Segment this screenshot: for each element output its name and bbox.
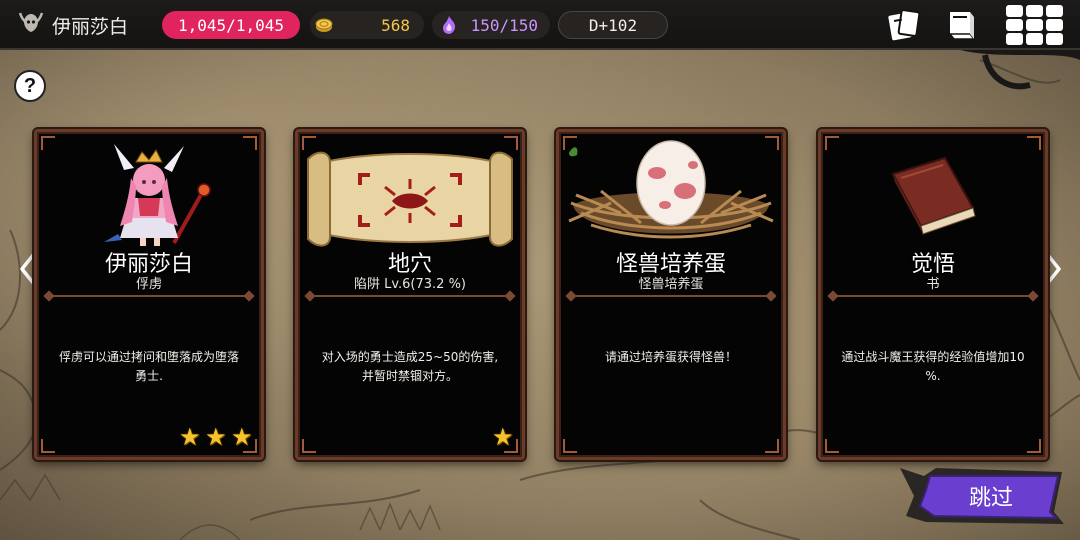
top-status-bar: 伊丽莎白 1,045/1,045 568 150/150 D+102	[0, 0, 1080, 50]
reward-card-awakening[interactable]: 觉悟 书 通过战斗魔王获得的经验值增加10 %.	[818, 129, 1048, 460]
main-menu-button[interactable]	[1004, 5, 1066, 45]
reward-card-monster-egg[interactable]: 怪兽培养蛋 怪兽培养蛋 请通过培养蛋获得怪兽！	[556, 129, 786, 460]
card-rating: ★	[492, 425, 516, 449]
help-button[interactable]: ?	[14, 70, 46, 102]
day-counter: D+102	[558, 11, 668, 39]
card-description: 通过战斗魔王获得的经验值增加10 %.	[841, 350, 1025, 383]
mana-value: 150/150	[470, 15, 538, 35]
player-name: 伊丽莎白	[52, 15, 129, 38]
star-icon: ★	[179, 423, 201, 451]
star-icon: ★	[231, 423, 253, 451]
card-subtitle: 书	[926, 277, 940, 292]
grid-menu-icon	[1006, 5, 1063, 45]
card-rating: ★ ★ ★	[179, 425, 255, 449]
card-subtitle: 陷阱 Lv.6(73.2 %)	[353, 277, 467, 292]
trap-scroll-image	[298, 138, 522, 248]
demon-emblem-icon	[18, 11, 44, 39]
card-divider	[569, 295, 773, 297]
monster-egg-image	[559, 138, 783, 248]
skip-button[interactable]: 跳过	[896, 466, 1066, 526]
card-description: 俘虏可以通过拷问和堕落成为堕落勇士.	[58, 350, 239, 383]
star-icon: ★	[492, 423, 514, 451]
skip-button-label: 跳过	[968, 486, 1013, 511]
book-icon	[948, 12, 976, 40]
mana-flame-icon	[440, 15, 458, 35]
reward-card-crypt[interactable]: 地穴 陷阱 Lv.6(73.2 %) 对入场的勇士造成25~50的伤害,并暂时禁…	[295, 129, 525, 460]
cards-icon	[888, 9, 921, 41]
gold-value: 568	[381, 15, 410, 35]
book-button[interactable]	[942, 6, 982, 44]
card-subtitle: 俘虏	[135, 277, 162, 292]
card-subtitle: 怪兽培养蛋	[638, 277, 704, 292]
card-description: 请通过培养蛋获得怪兽！	[604, 350, 737, 364]
captive-sprite-image	[37, 138, 261, 248]
quest-card-button[interactable]	[884, 6, 924, 44]
gold-coin-icon	[314, 15, 334, 35]
card-divider	[308, 295, 512, 297]
hp-counter: 1,045/1,045	[162, 11, 300, 39]
player-info[interactable]: 伊丽莎白	[18, 10, 128, 40]
reward-card-captive[interactable]: 伊丽莎白 俘虏 俘虏可以通过拷问和堕落成为堕落勇士. ★ ★ ★	[34, 129, 264, 460]
card-divider	[47, 295, 251, 297]
book-item-image	[821, 138, 1045, 248]
gold-counter: 568	[310, 11, 424, 39]
card-description: 对入场的勇士造成25~50的伤害,并暂时禁锢对方。	[321, 350, 499, 383]
mana-counter: 150/150	[432, 11, 550, 39]
card-divider	[831, 295, 1035, 297]
star-icon: ★	[205, 423, 227, 451]
